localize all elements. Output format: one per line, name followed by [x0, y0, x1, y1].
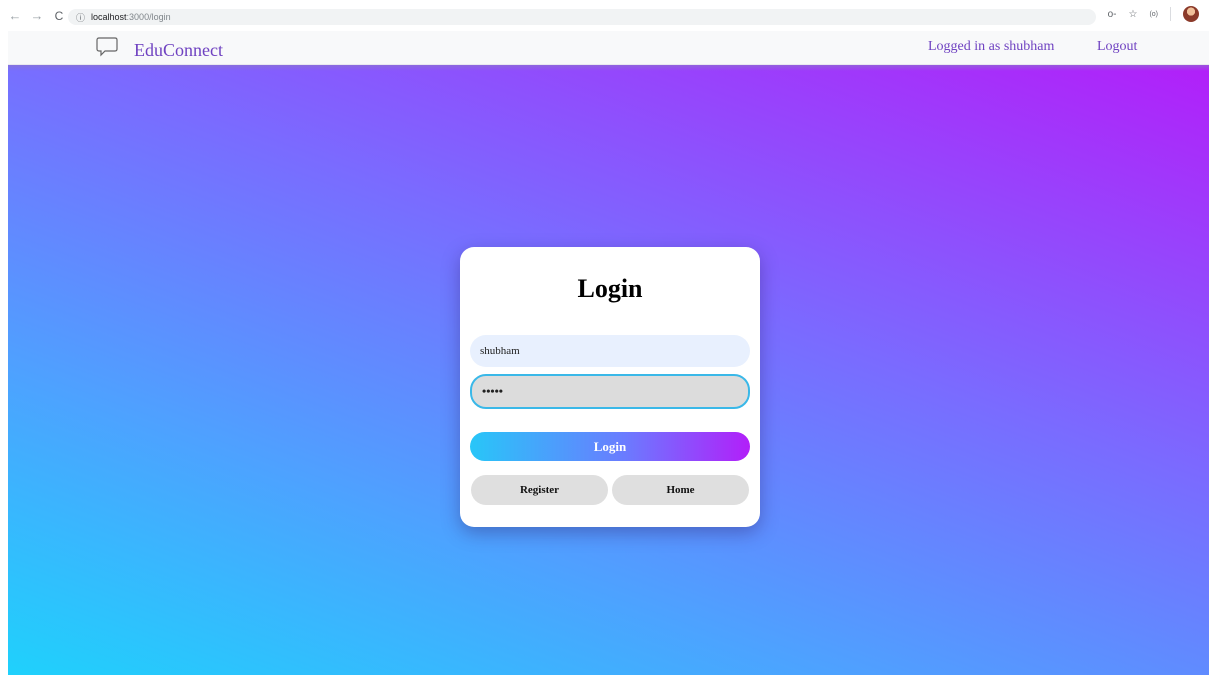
browser-toolbar: ← → C ⓘ localhost:3000/login o- ☆ (o) [0, 0, 1209, 31]
reload-icon[interactable]: C [52, 9, 66, 23]
app-navbar: EduConnect Logged in as shubham Logout [8, 31, 1209, 65]
key-icon[interactable]: o- [1108, 9, 1117, 20]
url-host: localhost [91, 12, 127, 22]
star-icon[interactable]: ☆ [1128, 9, 1137, 20]
logout-link[interactable]: Logout [1097, 39, 1137, 55]
home-button[interactable]: Home [612, 475, 749, 505]
username-input[interactable]: shubham [470, 335, 750, 367]
profile-avatar[interactable] [1183, 6, 1199, 22]
brand-link[interactable]: EduConnect [134, 40, 223, 61]
forward-icon[interactable]: → [30, 8, 44, 23]
login-card: Login shubham ••••• Login Register Home [460, 247, 760, 527]
back-icon[interactable]: ← [8, 8, 22, 23]
browser-actions: o- ☆ (o) [1108, 6, 1199, 22]
address-bar[interactable]: ⓘ localhost:3000/login [68, 9, 1096, 25]
register-button[interactable]: Register [471, 475, 608, 505]
password-input[interactable]: ••••• [470, 374, 750, 409]
login-button[interactable]: Login [470, 432, 750, 461]
login-title: Login [577, 274, 643, 303]
info-icon[interactable]: ⓘ [76, 11, 85, 24]
url-path: :3000/login [126, 12, 171, 22]
logged-in-user: Logged in as shubham [928, 39, 1055, 54]
extension-icon[interactable]: (o) [1149, 11, 1158, 18]
divider [1170, 7, 1171, 21]
chat-bubble-icon [96, 37, 118, 57]
